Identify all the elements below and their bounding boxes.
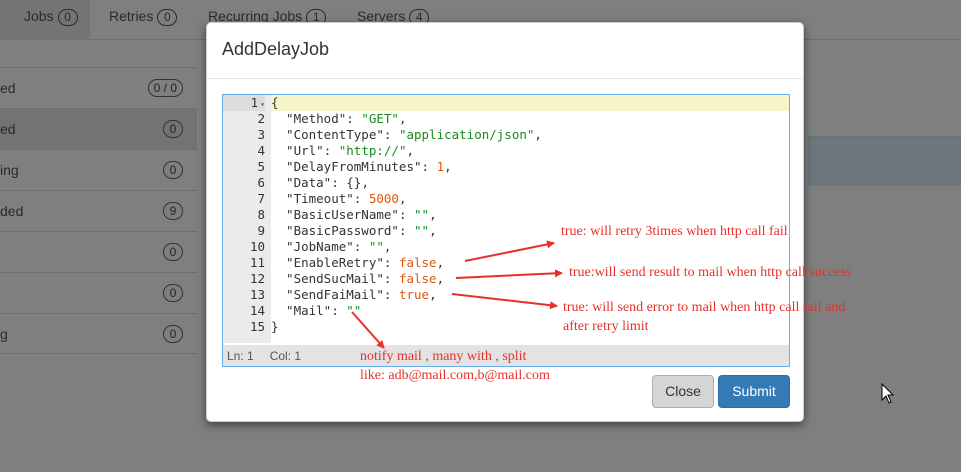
code-line: "ContentType": "application/json", [271, 127, 542, 142]
submit-button[interactable]: Submit [718, 375, 790, 408]
code-line: "Url": "http://", [271, 143, 415, 158]
annotation-mail-line1: notify mail , many with , split [360, 349, 527, 364]
cursor-line: Ln: 1 [227, 349, 254, 363]
code-line: { [271, 95, 789, 111]
annotation-retry: true: will retry 3times when http call f… [561, 224, 788, 239]
line-number: 3 [257, 127, 265, 142]
line-number: 5 [257, 159, 265, 174]
line-number: 2 [257, 111, 265, 126]
line-number: 10 [249, 239, 265, 254]
annotation-suc-mail: true:will send result to mail when http … [569, 265, 852, 280]
line-number: 6 [257, 175, 265, 190]
line-number-gutter: 1 ▾ 2 3 4 5 6 7 8 9 10 11 12 13 14 15 [223, 95, 271, 343]
code-line: } [271, 319, 279, 334]
line-number: 4 [257, 143, 265, 158]
code-line: "Data": {}, [271, 175, 369, 190]
line-number: 9 [257, 223, 265, 238]
close-button[interactable]: Close [652, 375, 714, 408]
line-number: 14 [249, 303, 265, 318]
code-line: "BasicUserName": "", [271, 207, 437, 222]
code-line: "Method": "GET", [271, 111, 407, 126]
line-number: 7 [257, 191, 265, 206]
line-number: 8 [257, 207, 265, 222]
code-line: "Timeout": 5000, [271, 191, 407, 206]
line-number: 12 [249, 271, 265, 286]
fold-arrow-icon[interactable]: ▾ [260, 100, 265, 109]
line-number: 1 ▾ [223, 95, 265, 111]
annotation-fai-mail-line1: true: will send error to mail when http … [563, 300, 846, 315]
cursor-column: Col: 1 [269, 349, 302, 363]
line-number: 15 [249, 319, 265, 334]
line-number: 11 [249, 255, 265, 270]
annotation-fai-mail-line2: after retry limit [563, 319, 649, 334]
mouse-pointer-icon [881, 383, 895, 404]
line-number: 13 [249, 287, 265, 302]
annotation-mail-line2: like: adb@mail.com,b@mail.com [360, 368, 550, 383]
modal-header: AddDelayJob [207, 23, 803, 79]
modal-title: AddDelayJob [222, 39, 330, 59]
code-line: "DelayFromMinutes": 1, [271, 159, 452, 174]
